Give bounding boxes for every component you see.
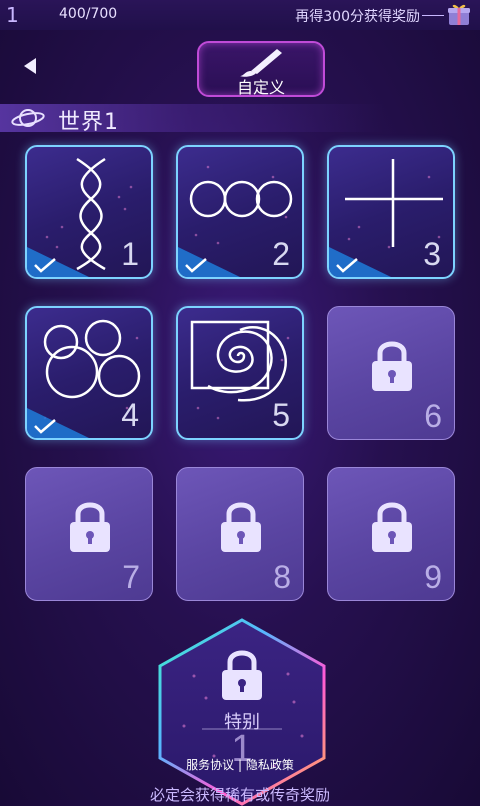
privacy-policy-link[interactable]: 隐私政策 [246, 758, 294, 772]
lock-icon [372, 341, 412, 391]
special-level-button[interactable]: 特别 1 [154, 616, 330, 806]
level-card-2[interactable]: 2 [176, 145, 304, 279]
reward-divider [422, 15, 444, 16]
lock-icon [372, 502, 412, 552]
reward-hint: 再得300分获得奖励 [295, 9, 420, 25]
level-number-label: 6 [424, 398, 442, 434]
top-bar: 1 400/700 再得300分获得奖励 [0, 0, 480, 30]
level-number-label: 9 [424, 559, 442, 595]
score-progress: 400/700 [59, 6, 118, 22]
completed-check-icon [27, 408, 89, 438]
reward-notice: 必定会获得稀有或传奇奖励 [149, 786, 330, 804]
link-separator: | [237, 758, 246, 772]
back-arrow-icon[interactable] [20, 55, 42, 77]
gift-icon[interactable] [446, 2, 472, 26]
lock-icon [70, 502, 110, 552]
level-card-9[interactable]: 9 [327, 467, 455, 601]
level-card-4[interactable]: 4 [25, 306, 153, 440]
level-card-1[interactable]: 1 [25, 145, 153, 279]
level-number-label: 7 [122, 559, 140, 595]
level-card-5[interactable]: 5 [176, 306, 304, 440]
custom-level-button[interactable]: 自定义 [197, 41, 325, 97]
lock-icon [222, 650, 262, 700]
level-card-8[interactable]: 8 [176, 467, 304, 601]
level-number: 1 [6, 3, 19, 27]
paintbrush-icon [240, 49, 282, 77]
level-number-label: 4 [121, 397, 139, 433]
level-number-label: 8 [273, 559, 291, 595]
level-card-6[interactable]: 6 [327, 306, 455, 440]
level-number-label: 3 [423, 236, 441, 272]
completed-check-icon [329, 247, 391, 277]
level-card-3[interactable]: 3 [327, 145, 455, 279]
custom-level-label: 自定义 [236, 78, 285, 97]
terms-of-service-link[interactable]: 服务协议 [186, 758, 234, 772]
level-number-label: 2 [272, 236, 290, 272]
level-card-7[interactable]: 7 [25, 467, 153, 601]
lock-icon [221, 502, 261, 552]
planet-icon [11, 109, 45, 127]
level-number-label: 1 [121, 236, 139, 272]
completed-check-icon [27, 247, 89, 277]
footer-links: 服务协议 | 隐私政策 [0, 756, 480, 773]
world-title: 世界1 [58, 110, 119, 135]
completed-check-icon [178, 247, 240, 277]
level-number-label: 5 [272, 397, 290, 433]
